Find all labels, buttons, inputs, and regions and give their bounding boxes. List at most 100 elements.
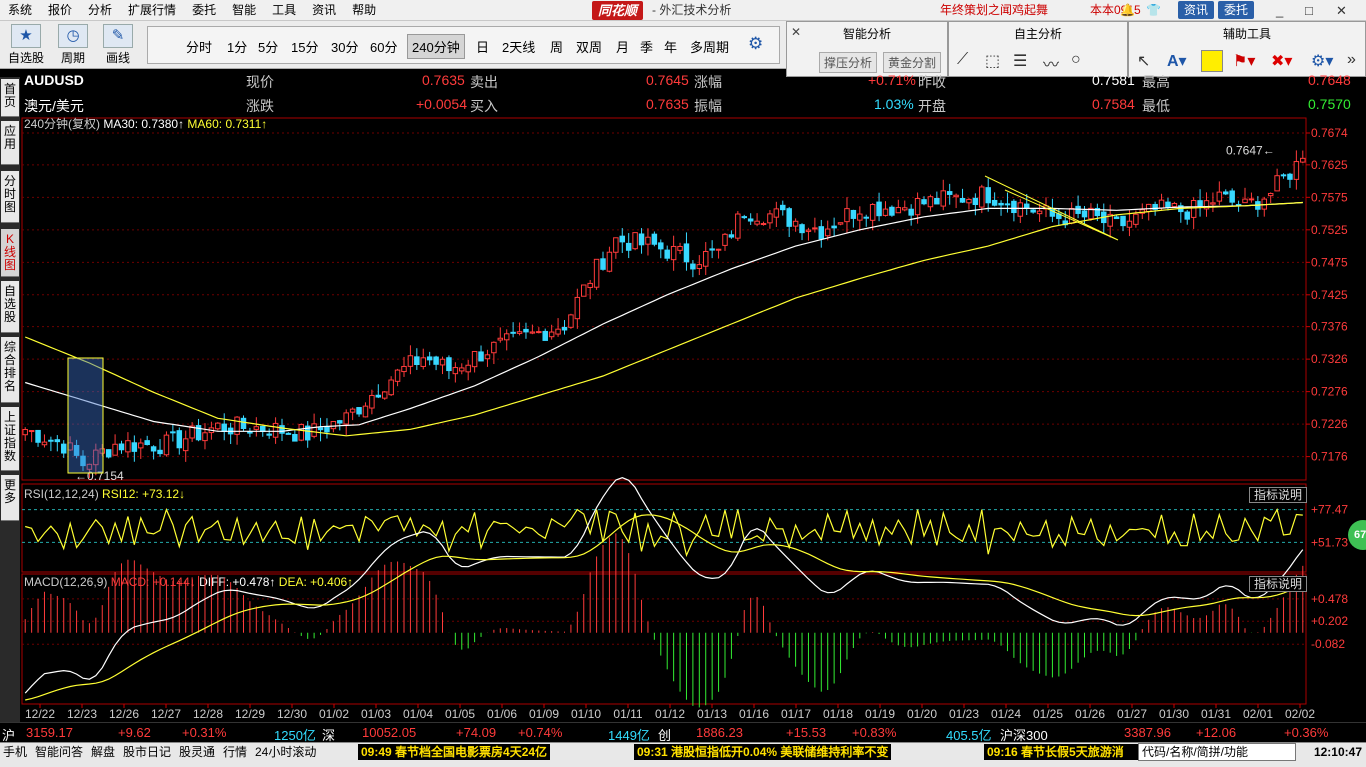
bottom-item-qa[interactable]: 智能问答 [32,744,86,760]
search-input[interactable]: 代码/名称/简拼/功能 [1138,743,1296,761]
more-icon[interactable]: » [1347,51,1356,69]
label-chg: 涨跌 [246,98,274,114]
bottom-item-gulingtong[interactable]: 股灵通 [176,744,218,760]
candle-body [330,421,337,430]
period-season[interactable]: 季 [640,37,653,56]
news-ticker-1[interactable]: 09:49 春节档全国电影票房4天24亿 [358,744,551,760]
period-15min[interactable]: 15分 [291,37,318,56]
gear-icon[interactable]: ⚙ [748,34,763,54]
candle-body [1242,198,1248,204]
candle-body [439,358,446,366]
period-button[interactable]: ◷ 周期 [53,24,93,66]
menu-item-tools[interactable]: 工具 [264,0,304,21]
settings-icon[interactable]: ⚙▾ [1311,51,1333,71]
y-tick-label: 0.7525 [1311,223,1348,237]
bottom-item-mobile[interactable]: 手机 [0,744,30,760]
candle-body [921,199,927,205]
menu-item-smart[interactable]: 智能 [224,0,264,21]
trade-button[interactable]: 委托 [1218,1,1255,19]
bottom-item-market[interactable]: 行情 [220,744,250,760]
candle-body [1223,191,1229,195]
draw-line-button[interactable]: ✎ 画线 [98,24,138,66]
circle-tool-icon[interactable]: ○ [1071,51,1081,69]
sidebar-item-timeshare[interactable]: 分时图 [1,171,19,223]
period-day[interactable]: 日 [476,37,489,56]
close-icon[interactable]: ✕ [791,25,801,39]
text-tool-icon[interactable]: A▾ [1167,51,1187,71]
menu-item-news[interactable]: 资讯 [304,0,344,21]
index-status-bar: 沪 3159.17 +9.62 +0.31% 1250亿 深 10052.05 … [0,722,1366,743]
period-30min[interactable]: 30分 [331,37,358,56]
sidebar-item-watchlist[interactable]: 自选股 [1,281,19,333]
sidebar-item-kline[interactable]: K线图 [1,229,19,277]
close-button[interactable]: ✕ [1336,0,1347,21]
rsi-hint-button[interactable]: 指标说明 [1249,487,1308,503]
promo-link[interactable]: 年终策划之闻鸡起舞 [940,0,1048,21]
macd-hint-button[interactable]: 指标说明 [1249,576,1308,592]
candle-body [253,426,260,430]
sidebar-item-more[interactable]: 更多 [1,475,19,521]
period-week[interactable]: 周 [550,37,563,56]
y-tick-label: 0.7276 [1311,385,1348,399]
period-1min[interactable]: 1分 [227,37,247,56]
sidebar-item-home[interactable]: 首页 [1,79,19,117]
sidebar-item-ranking[interactable]: 综合排名 [1,337,19,403]
bell-icon[interactable]: 🔔 [1120,0,1135,21]
candle-body [600,258,606,270]
label-now: 现价 [246,74,274,90]
bookmark-icon[interactable]: ⚑▾ [1233,51,1255,71]
candle-body [805,229,812,232]
x-tick-label: 12/30 [277,707,307,721]
candle-body [613,237,619,253]
watchlist-button[interactable]: ★ 自选股 [6,24,46,66]
x-tick-label: 12/23 [67,707,97,721]
candle-body [247,431,253,434]
bottom-item-diary[interactable]: 股市日记 [120,744,174,760]
x-tick-label: 01/02 [319,707,349,721]
sidebar-item-shindex[interactable]: 上证指数 [1,407,19,471]
period-240min[interactable]: 240分钟 [407,34,465,59]
main-pane-border [21,117,1307,481]
fib-tool-icon[interactable]: ☰ [1013,51,1027,71]
candle-body [728,234,735,238]
line-tool-icon[interactable]: ⟋ [957,51,968,69]
candle-body [266,433,272,436]
period-2week[interactable]: 双周 [576,37,602,56]
skin-icon[interactable]: 👕 [1146,0,1161,21]
label-open: 开盘 [918,98,946,114]
news-ticker-2[interactable]: 09:31 港股恒指低开0.04% 美联储维持利率不变 [634,744,892,760]
restore-button[interactable]: □ [1305,0,1313,21]
period-month[interactable]: 月 [616,37,629,56]
x-tick-label: 01/03 [361,707,391,721]
news-ticker-3[interactable]: 09:16 春节长假5天旅游消 [984,744,1138,760]
candle-body [818,226,825,240]
news-button[interactable]: 资讯 [1178,1,1215,19]
candle-body [343,412,349,425]
candle-body [144,440,150,446]
period-2day[interactable]: 2天线 [502,37,535,56]
period-multi[interactable]: 多周期 [690,37,729,56]
menu-item-analysis[interactable]: 分析 [80,0,120,21]
menu-item-trade[interactable]: 委托 [184,0,224,21]
menu-item-system[interactable]: 系统 [0,0,40,21]
menu-item-quote[interactable]: 报价 [40,0,80,21]
period-fenshi[interactable]: 分时 [186,37,212,56]
period-year[interactable]: 年 [664,37,677,56]
bottom-item-24h[interactable]: 24小时滚动 [252,744,319,760]
panel-title-smart: 智能分析 [842,27,891,41]
candle-body [959,198,966,203]
panel-title-aux: 辅助工具 [1222,27,1271,41]
minimize-button[interactable]: _ [1276,0,1283,21]
rect-tool-icon[interactable]: ⬚ [985,51,1000,71]
delete-icon[interactable]: ✖▾ [1271,51,1292,71]
cursor-icon[interactable]: ↖ [1137,51,1150,71]
candle-body [1293,161,1300,180]
period-5min[interactable]: 5分 [258,37,278,56]
bottom-item-jiepan[interactable]: 解盘 [88,744,118,760]
menu-item-extended[interactable]: 扩展行情 [120,0,184,21]
menu-item-help[interactable]: 帮助 [344,0,384,21]
candle-body [966,198,972,204]
candle-body [388,379,394,396]
period-60min[interactable]: 60分 [370,37,397,56]
sidebar-item-apps[interactable]: 应用 [1,121,19,165]
